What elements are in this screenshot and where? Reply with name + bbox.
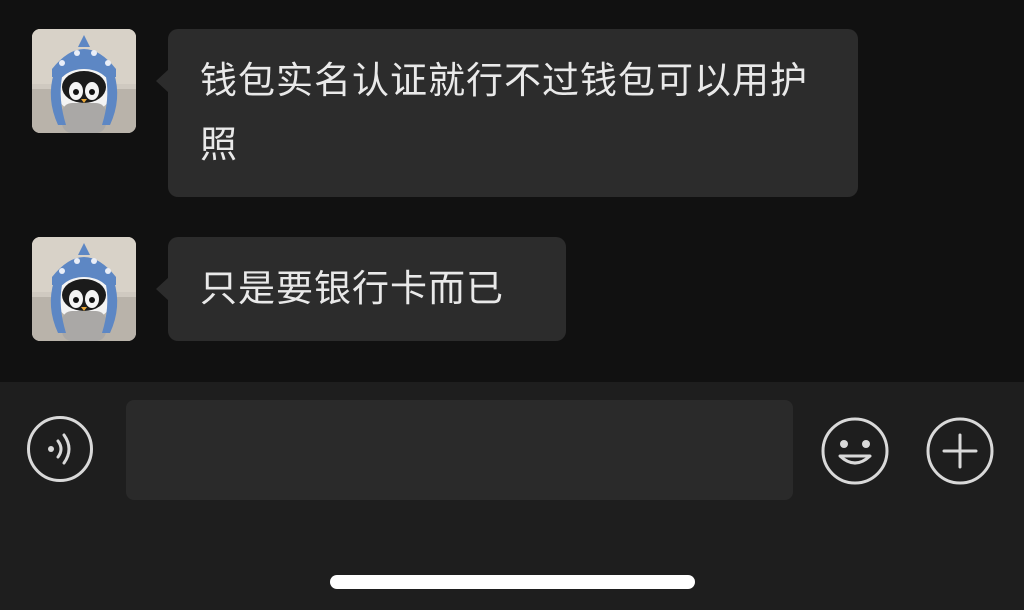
voice-input-button[interactable] (27, 416, 93, 482)
bubble-tail (156, 277, 169, 301)
message-row: 只是要银行卡而已 (32, 237, 566, 341)
emoji-button[interactable] (820, 416, 890, 486)
emoji-icon (821, 417, 889, 485)
message-bubble-wrapper: 钱包实名认证就行不过钱包可以用护照 (156, 29, 858, 197)
bubble-tail (156, 69, 169, 93)
more-options-button[interactable] (925, 416, 995, 486)
plus-icon (926, 417, 994, 485)
voice-icon (48, 433, 71, 465)
message-bubble[interactable]: 钱包实名认证就行不过钱包可以用护照 (168, 29, 858, 197)
penguin-avatar-image (32, 29, 136, 133)
message-input[interactable] (126, 400, 793, 500)
message-list[interactable]: 钱包实名认证就行不过钱包可以用护照 只是要银行卡而已 (0, 0, 1024, 382)
message-bubble[interactable]: 只是要银行卡而已 (168, 237, 566, 341)
message-row: 钱包实名认证就行不过钱包可以用护照 (32, 29, 858, 197)
avatar[interactable] (32, 29, 136, 133)
penguin-avatar-image (32, 237, 136, 341)
chat-screen: 钱包实名认证就行不过钱包可以用护照 只是要银行卡而已 (0, 0, 1024, 610)
message-bubble-wrapper: 只是要银行卡而已 (156, 237, 566, 341)
home-indicator[interactable] (330, 575, 695, 589)
avatar[interactable] (32, 237, 136, 341)
